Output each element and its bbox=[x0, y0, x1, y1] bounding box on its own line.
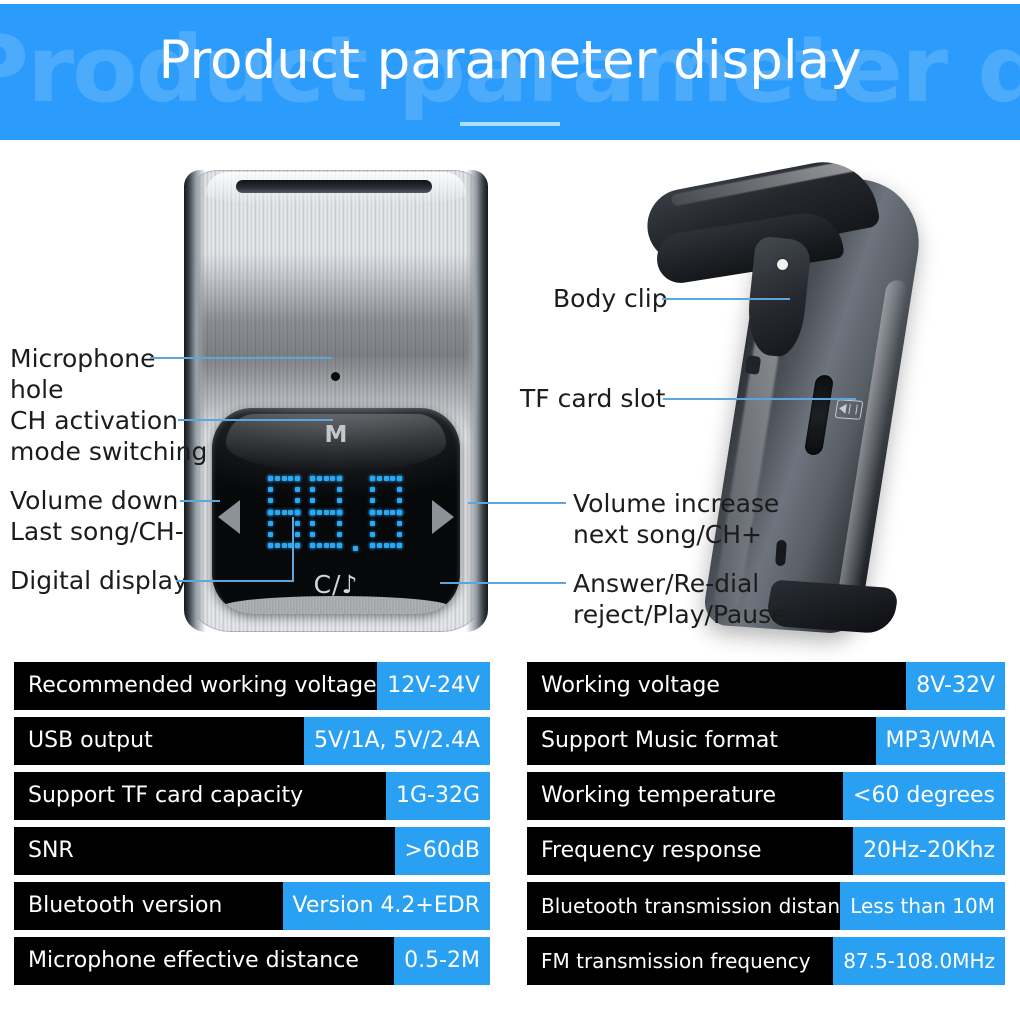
front-device-image: M C/♪ bbox=[184, 170, 488, 640]
spec-row: Bluetooth transmission distance Less than… bbox=[527, 882, 1005, 930]
triangle-right-icon[interactable] bbox=[432, 500, 454, 534]
call-music-icon[interactable]: C/♪ bbox=[212, 572, 460, 598]
clip-pivot-pin bbox=[777, 259, 788, 270]
spec-row: Working voltage 8V-32V bbox=[527, 662, 1005, 710]
spec-label: SNR bbox=[14, 827, 395, 875]
spec-value: 0.5-2M bbox=[394, 937, 490, 985]
leader-volume-down bbox=[180, 500, 220, 502]
callout-volume-down: Volume down Last song/CH- bbox=[10, 485, 184, 547]
callout-line: TF card slot bbox=[520, 384, 666, 413]
leader-body-clip bbox=[662, 298, 790, 300]
spec-value: 12V-24V bbox=[377, 662, 490, 710]
product-parameter-page: Product parameter display Product parame… bbox=[0, 0, 1020, 1020]
spec-row: Support Music format MP3/WMA bbox=[527, 717, 1005, 765]
title-underline bbox=[460, 122, 560, 126]
device-right-edge bbox=[466, 170, 488, 632]
spec-label: Recommended working voltage bbox=[14, 662, 378, 710]
leader-volume-increase bbox=[468, 502, 566, 504]
spec-label: Support TF card capacity bbox=[14, 772, 386, 820]
spec-value: 8V-32V bbox=[906, 662, 1005, 710]
spec-label: FM transmission frequency bbox=[527, 937, 834, 985]
spec-row: Microphone effective distance 0.5-2M bbox=[14, 937, 490, 985]
callout-line: hole bbox=[10, 375, 64, 404]
spec-label: USB output bbox=[14, 717, 304, 765]
leader-answer-redial bbox=[440, 582, 566, 584]
callout-line: Answer/Re-dial bbox=[573, 569, 760, 598]
leader-microphone-hole bbox=[150, 357, 332, 359]
spec-row: USB output 5V/1A, 5V/2.4A bbox=[14, 717, 490, 765]
callout-answer-redial: Answer/Re-dial reject/Play/Pause bbox=[573, 568, 787, 630]
spec-table-left: Recommended working voltage 12V-24V USB ou… bbox=[14, 662, 490, 992]
spec-row: Working temperature <60 degrees bbox=[527, 772, 1005, 820]
spec-label: Support Music format bbox=[527, 717, 876, 765]
led-digit-1 bbox=[268, 476, 302, 550]
spec-row: Frequency response 20Hz-20Khz bbox=[527, 827, 1005, 875]
callout-line: Volume down bbox=[10, 486, 179, 515]
spec-label: Working temperature bbox=[527, 772, 844, 820]
specification-tables: Recommended working voltage 12V-24V USB ou… bbox=[0, 662, 1020, 1002]
spec-label: Frequency response bbox=[527, 827, 854, 875]
triangle-left-icon[interactable] bbox=[218, 500, 240, 534]
spec-row: Bluetooth version Version 4.2+EDR bbox=[14, 882, 490, 930]
callout-line: next song/CH+ bbox=[573, 520, 762, 549]
spec-table-right: Working voltage 8V-32V Support Music forma… bbox=[527, 662, 1005, 992]
led-digit-3 bbox=[370, 476, 404, 550]
product-image-stage: M C/♪ Microphone hole CH activation mode… bbox=[0, 140, 1020, 660]
tf-card-icon bbox=[834, 399, 864, 420]
callout-line: Microphone bbox=[10, 344, 156, 373]
spec-row: Support TF card capacity 1G-32G bbox=[14, 772, 490, 820]
device-left-edge bbox=[184, 170, 206, 632]
spec-value: <60 degrees bbox=[843, 772, 1005, 820]
spec-value: 20Hz-20Khz bbox=[853, 827, 1005, 875]
callout-line: reject/Play/Pause bbox=[573, 600, 787, 629]
callout-line: Volume increase bbox=[573, 489, 780, 518]
led-display-panel: M C/♪ bbox=[212, 408, 460, 614]
callout-digital-display: Digital display bbox=[10, 565, 188, 596]
callout-line: Body clip bbox=[553, 284, 668, 313]
panel-bottom-rim bbox=[222, 596, 450, 614]
header-banner: Product parameter display Product parame… bbox=[0, 4, 1020, 140]
callout-tf-card-slot: TF card slot bbox=[520, 383, 665, 414]
led-digit-2 bbox=[310, 476, 344, 550]
callout-line: Digital display bbox=[10, 566, 188, 595]
spec-row: FM transmission frequency 87.5-108.0MHz bbox=[527, 937, 1005, 985]
spec-row: Recommended working voltage 12V-24V bbox=[14, 662, 490, 710]
mode-label: M bbox=[324, 422, 348, 448]
leader-tf-card-slot bbox=[663, 398, 856, 400]
callout-ch-activation: CH activation mode switching bbox=[10, 405, 207, 467]
callout-line: mode switching bbox=[10, 437, 208, 466]
spec-value: 5V/1A, 5V/2.4A bbox=[304, 717, 490, 765]
callout-body-clip: Body clip bbox=[553, 283, 668, 314]
leader-ch-activation bbox=[178, 419, 333, 421]
spec-label: Working voltage bbox=[527, 662, 907, 710]
spec-value: Less than 10M bbox=[840, 882, 1005, 930]
spec-value: >60dB bbox=[394, 827, 490, 875]
spec-label: Microphone effective distance bbox=[14, 937, 395, 985]
device-top-slot bbox=[236, 180, 432, 193]
callout-line: Last song/CH- bbox=[10, 517, 184, 546]
clip-notch bbox=[744, 355, 762, 375]
page-title: Product parameter display bbox=[158, 30, 862, 91]
spec-value: MP3/WMA bbox=[875, 717, 1005, 765]
led-digits bbox=[212, 470, 460, 556]
spec-row: SNR >60dB bbox=[14, 827, 490, 875]
spec-label: Bluetooth transmission distance bbox=[527, 882, 841, 930]
callout-microphone-hole: Microphone hole bbox=[10, 343, 156, 405]
spec-label: Bluetooth version bbox=[14, 882, 283, 930]
leader-digital-display-v bbox=[292, 517, 294, 581]
leader-digital-display-h bbox=[176, 580, 294, 582]
spec-value: 1G-32G bbox=[385, 772, 490, 820]
microphone-hole-dot bbox=[331, 372, 340, 381]
led-decimal-point bbox=[352, 473, 362, 553]
callout-volume-increase: Volume increase next song/CH+ bbox=[573, 488, 779, 550]
spec-value: 87.5-108.0MHz bbox=[833, 937, 1005, 985]
spec-value: Version 4.2+EDR bbox=[282, 882, 490, 930]
